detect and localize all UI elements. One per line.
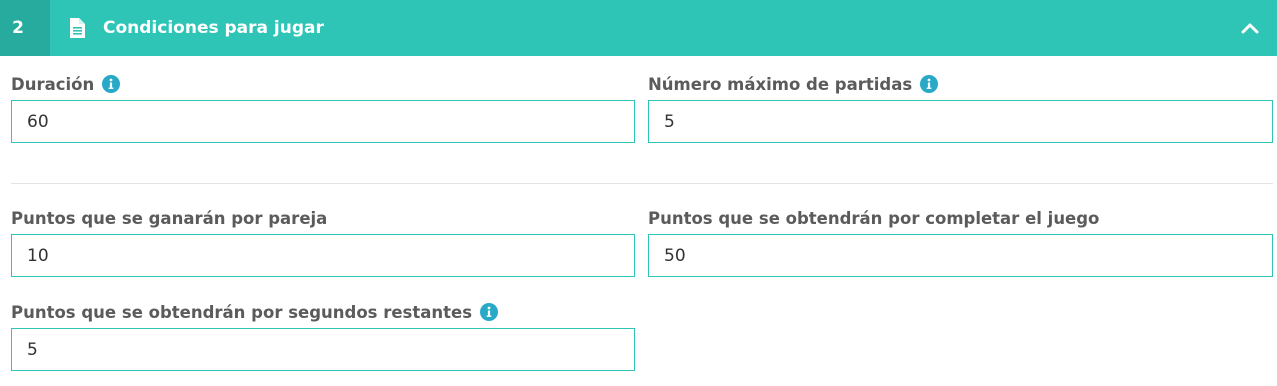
section-header[interactable]: 2 Condiciones para jugar [0, 0, 1277, 56]
chevron-up-icon[interactable] [1239, 17, 1261, 39]
step-number: 2 [0, 0, 50, 56]
info-icon[interactable] [920, 75, 939, 93]
duration-label: Duración [11, 73, 121, 95]
duration-input[interactable] [11, 100, 635, 143]
completion-points-input[interactable] [648, 234, 1273, 277]
divider [11, 183, 1273, 184]
remaining-seconds-points-label: Puntos que se obtendrán por segundos res… [11, 301, 499, 323]
section-title: Condiciones para jugar [103, 18, 324, 38]
max-games-label-text: Número máximo de partidas [648, 74, 913, 94]
info-icon[interactable] [480, 303, 499, 321]
pair-points-label-text: Puntos que se ganarán por pareja [11, 208, 328, 228]
pair-points-label: Puntos que se ganarán por pareja [11, 207, 327, 229]
max-games-input[interactable] [648, 100, 1273, 143]
duration-label-text: Duración [11, 74, 95, 94]
completion-points-label-text: Puntos que se obtendrán por completar el… [648, 208, 1100, 228]
info-icon[interactable] [102, 75, 121, 93]
document-icon [69, 18, 85, 38]
completion-points-label: Puntos que se obtendrán por completar el… [648, 207, 1099, 229]
game-conditions-panel: 2 Condiciones para jugar Duración 60 Núm… [0, 0, 1277, 386]
remaining-seconds-points-label-text: Puntos que se obtendrán por segundos res… [11, 302, 473, 322]
remaining-seconds-points-input[interactable] [11, 328, 635, 371]
pair-points-input[interactable] [11, 234, 635, 277]
max-games-label: Número máximo de partidas [648, 73, 939, 95]
